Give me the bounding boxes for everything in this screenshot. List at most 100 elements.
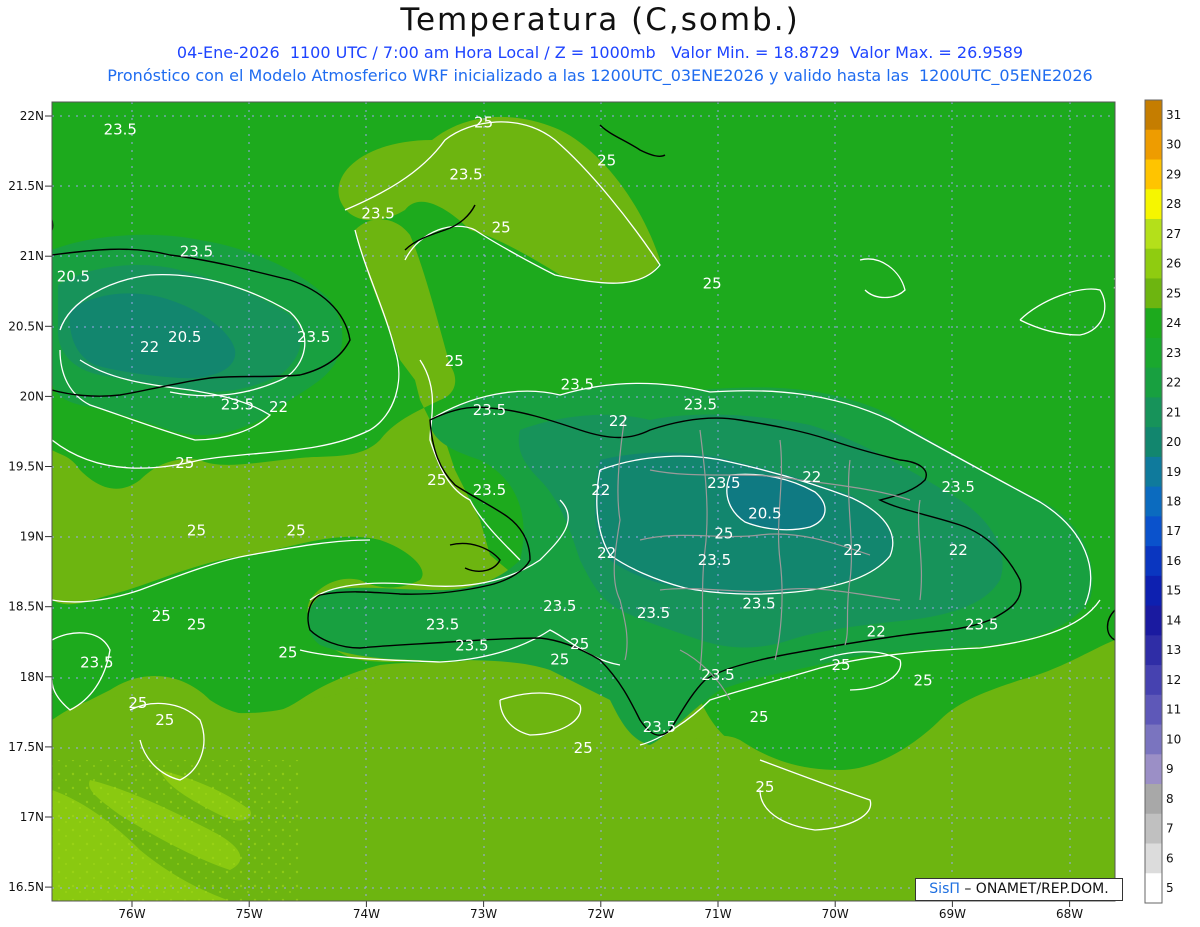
colorbar-swatch <box>1145 308 1162 339</box>
contour-label: 23.5 <box>942 478 975 496</box>
contour-label: 23.5 <box>698 551 731 569</box>
colorbar-label: 5 <box>1166 881 1174 895</box>
colorbar-swatch <box>1145 724 1162 755</box>
contour-label: 25 <box>703 275 722 293</box>
colorbar-label: 21 <box>1166 405 1181 419</box>
latitude-label: 17N <box>20 810 44 824</box>
contour-label: 25 <box>474 114 493 132</box>
contour-label: 25 <box>155 711 174 729</box>
colorbar-swatch <box>1145 665 1162 696</box>
colorbar-label: 31 <box>1166 108 1181 122</box>
colorbar-swatch <box>1145 367 1162 398</box>
colorbar-swatch <box>1145 248 1162 279</box>
longitude-label: 71W <box>704 907 731 921</box>
contour-label: 20.5 <box>748 505 781 523</box>
latitude-label: 19N <box>20 530 44 544</box>
contour-label: 23.5 <box>684 395 717 413</box>
contour-label: 23.5 <box>473 481 506 499</box>
contour-label: 23.5 <box>80 653 113 671</box>
colorbar-swatch <box>1145 129 1162 160</box>
latitude-label: 20N <box>20 389 44 403</box>
colorbar-label: 13 <box>1166 643 1181 657</box>
colorbar-label: 14 <box>1166 613 1181 627</box>
colorbar-swatch <box>1145 159 1162 190</box>
contour-label: 23.5 <box>561 376 594 394</box>
contour-label: 25 <box>445 352 464 370</box>
contour-label: 25 <box>749 708 768 726</box>
colorbar: 31 30 29 28 27 26 25 24 23 22 21 20 19 18 17 16 15 14 13 12… <box>1144 99 1181 904</box>
latitude-label: 21.5N <box>8 179 44 193</box>
longitude-label: 72W <box>587 907 614 921</box>
colorbar-label: 10 <box>1166 732 1181 746</box>
colorbar-swatch <box>1145 575 1162 607</box>
contour-label: 22 <box>802 468 821 486</box>
longitude-label: 70W <box>822 907 849 921</box>
contour-label: 25 <box>832 656 851 674</box>
latitude-label: 19.5N <box>8 460 44 474</box>
map-title: Temperatura (C,somb.) <box>400 2 800 38</box>
latitude-label: 20.5N <box>8 319 44 333</box>
contour-label: 25 <box>278 643 297 661</box>
colorbar-swatch <box>1145 427 1162 458</box>
contour-label: 25 <box>492 219 511 237</box>
contour-label: 25 <box>187 615 206 633</box>
contour-label: 23.5 <box>426 615 459 633</box>
colorbar-label: 25 <box>1166 286 1181 300</box>
latitude-label: 21N <box>20 249 44 263</box>
contour-label: 23.5 <box>104 121 137 139</box>
contour-label: 22 <box>843 541 862 559</box>
colorbar-swatch <box>1145 456 1162 488</box>
longitude-label: 76W <box>118 907 145 921</box>
colorbar-label: 23 <box>1166 346 1181 360</box>
contour-label: 22 <box>949 541 968 559</box>
colorbar-label: 17 <box>1166 524 1181 538</box>
contour-label: 22 <box>591 481 610 499</box>
credit-box: SisΠ – ONAMET/REP.DOM. <box>915 878 1123 901</box>
colorbar-swatch <box>1145 694 1162 726</box>
colorbar-label: 9 <box>1166 762 1174 776</box>
contour-label: 25 <box>550 650 569 668</box>
latitude-labels: 22N 21.5N 21N 20.5N 20N 19.5N 19N 18.5N 18N 17.5N… <box>8 109 52 894</box>
colorbar-label: 8 <box>1166 792 1174 806</box>
colorbar-label: 15 <box>1166 584 1181 598</box>
colorbar-swatch <box>1145 873 1162 904</box>
contour-label: 25 <box>914 672 933 690</box>
contour-label: 22 <box>140 338 159 356</box>
contour-label: 25 <box>427 471 446 489</box>
colorbar-swatch <box>1145 605 1162 636</box>
contour-label: 25 <box>714 524 733 542</box>
longitude-label: 74W <box>353 907 380 921</box>
contour-label: 23.5 <box>707 474 740 492</box>
contour-label: 25 <box>755 778 774 796</box>
colorbar-swatch <box>1145 218 1162 250</box>
contour-label: 23.5 <box>643 718 676 736</box>
contour-label: 23.5 <box>361 205 394 223</box>
longitude-label: 73W <box>470 907 497 921</box>
colorbar-label: 19 <box>1166 465 1181 479</box>
colorbar-swatch <box>1145 813 1162 845</box>
contour-label: 20.5 <box>57 268 90 286</box>
credit-text: – ONAMET/REP.DOM. <box>959 881 1109 897</box>
contour-label: 22 <box>867 622 886 640</box>
contour-label: 22 <box>609 412 628 430</box>
latitude-label: 18.5N <box>8 600 44 614</box>
colorbar-label: 16 <box>1166 554 1181 568</box>
longitude-labels: 76W 75W 74W 73W 72W 71W 70W 69W 68W <box>118 901 1083 921</box>
contour-label: 25 <box>128 694 147 712</box>
contour-label: 25 <box>187 521 206 539</box>
latitude-label: 22N <box>20 109 44 123</box>
colorbar-label: 18 <box>1166 495 1181 509</box>
temperature-map: 23.5 25 25 23.5 23.5 25 23.5 20.5 25 25 20.5 23.5 22… <box>8 99 1181 921</box>
contour-label: 23.5 <box>701 666 734 684</box>
colorbar-swatch <box>1145 843 1162 874</box>
contour-label: 23.5 <box>455 636 488 654</box>
longitude-label: 69W <box>939 907 966 921</box>
colorbar-label: 20 <box>1166 435 1181 449</box>
contour-label: 25 <box>287 521 306 539</box>
contour-label: 23.5 <box>742 594 775 612</box>
colorbar-swatch <box>1145 337 1162 369</box>
contour-label: 23.5 <box>180 242 213 260</box>
colorbar-swatch <box>1145 486 1162 517</box>
colorbar-label: 12 <box>1166 673 1181 687</box>
contour-label: 25 <box>175 454 194 472</box>
